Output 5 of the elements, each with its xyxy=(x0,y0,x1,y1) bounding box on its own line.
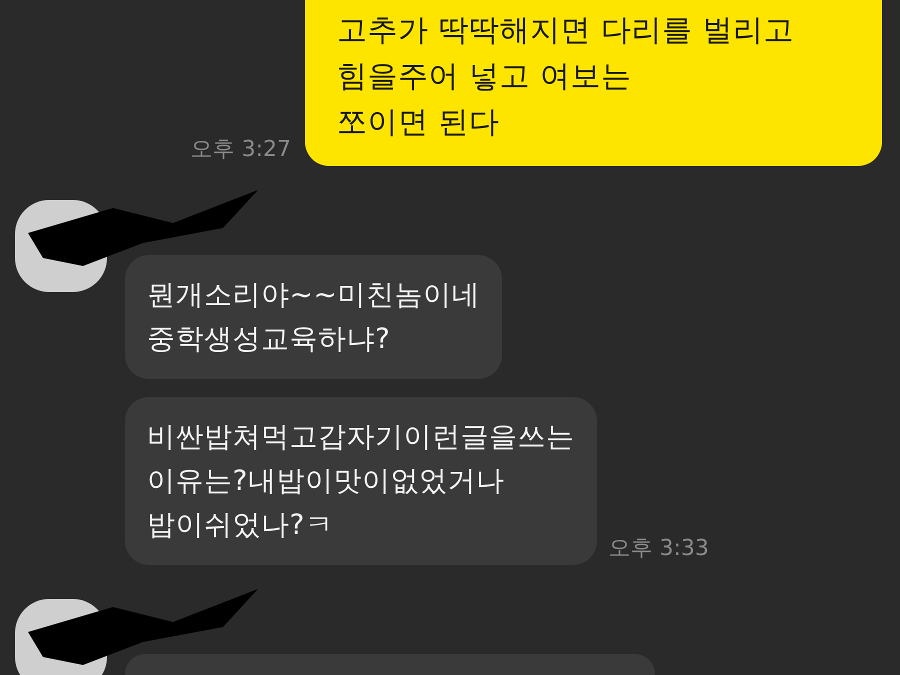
message-bubble: 뭔개소리야~~미친놈이네 중학생성교육하냐? xyxy=(125,255,502,379)
message-bubble: 고추가 딱딱해지면 다리를 벌리고 힘을주어 넣고 여보는 쪼이면 된다 xyxy=(305,0,882,166)
message-bubble: 비싼밥쳐먹고갑자기이런글을쓰는 이유는?내밥이맛이없었거나 밥이쉬었나?ㅋ xyxy=(125,397,596,565)
message-time: 오후 3:33 xyxy=(608,535,709,563)
message-time: 오후 3:27 xyxy=(190,136,291,164)
